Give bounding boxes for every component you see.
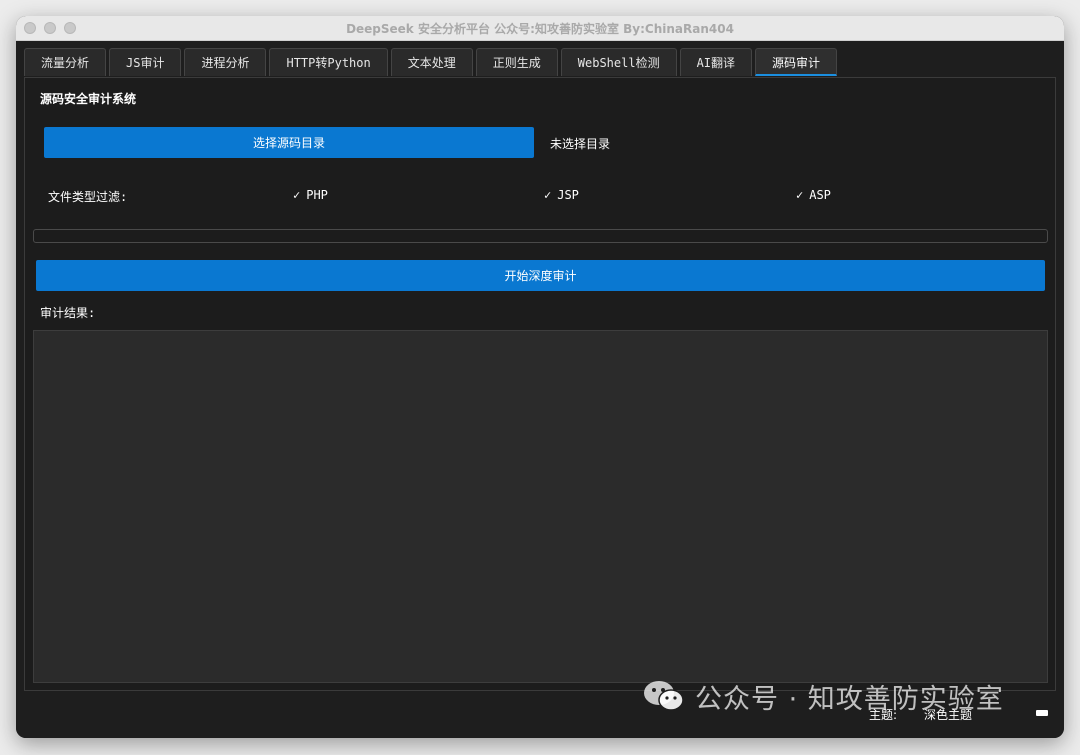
checkmark-icon: ✓ (796, 188, 804, 202)
source-audit-panel: 源码安全审计系统 选择源码目录 未选择目录 文件类型过滤: ✓ PHP ✓ JSP … (24, 77, 1056, 691)
checkmark-icon: ✓ (293, 188, 301, 202)
php-checkbox-label: PHP (306, 188, 328, 202)
jsp-checkbox-label: JSP (557, 188, 579, 202)
jsp-checkbox[interactable]: ✓ JSP (544, 188, 579, 202)
tab-js-audit[interactable]: JS审计 (109, 48, 182, 76)
checkmark-icon: ✓ (544, 188, 552, 202)
tab-http-to-python[interactable]: HTTP转Python (269, 48, 388, 76)
title-bar: DeepSeek 安全分析平台 公众号:知攻善防实验室 By:ChinaRan4… (16, 16, 1064, 41)
theme-toggle-icon[interactable] (1036, 710, 1048, 716)
status-footer (16, 691, 1064, 738)
audit-results-label: 审计结果: (40, 306, 96, 320)
start-deep-audit-button[interactable]: 开始深度审计 (36, 260, 1045, 291)
tab-text-processing[interactable]: 文本处理 (390, 48, 473, 76)
app-window: DeepSeek 安全分析平台 公众号:知攻善防实验室 By:ChinaRan4… (16, 16, 1064, 738)
asp-checkbox[interactable]: ✓ ASP (796, 188, 831, 202)
tab-ai-translation[interactable]: AI翻译 (679, 48, 753, 76)
asp-checkbox-label: ASP (809, 188, 831, 202)
tab-source-audit[interactable]: 源码审计 (755, 48, 838, 76)
panel-title: 源码安全审计系统 (40, 92, 137, 106)
tab-webshell-detection[interactable]: WebShell检测 (560, 48, 677, 76)
theme-selector[interactable]: 深色主题 (924, 706, 972, 723)
theme-label: 主题: (869, 708, 898, 722)
audit-progress-bar (33, 229, 1048, 243)
tab-process-analysis[interactable]: 进程分析 (184, 48, 267, 76)
select-directory-button[interactable]: 选择源码目录 (44, 127, 534, 158)
tab-traffic-analysis[interactable]: 流量分析 (24, 48, 107, 76)
tab-regex-generation[interactable]: 正则生成 (475, 48, 558, 76)
window-title: DeepSeek 安全分析平台 公众号:知攻善防实验室 By:ChinaRan4… (346, 22, 734, 36)
php-checkbox[interactable]: ✓ PHP (293, 188, 328, 202)
file-type-filter-label: 文件类型过滤: (48, 190, 128, 204)
selected-directory-label: 未选择目录 (550, 137, 611, 151)
audit-results-textarea[interactable] (33, 330, 1048, 683)
tab-bar: 流量分析 JS审计 进程分析 HTTP转Python 文本处理 正则生成 Web… (24, 48, 840, 78)
